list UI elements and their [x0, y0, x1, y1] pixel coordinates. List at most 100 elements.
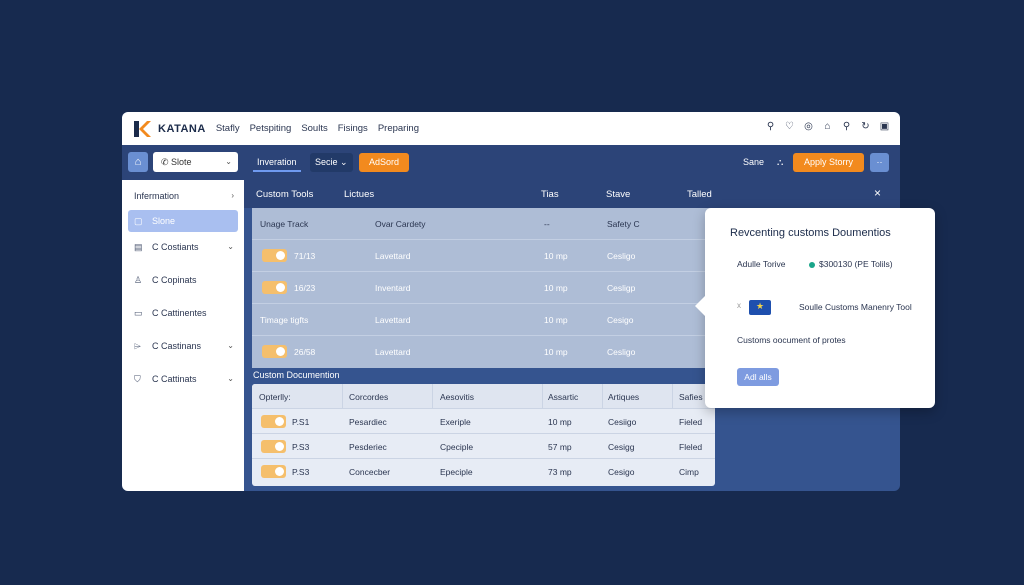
tab-inventory[interactable]: Inveration: [253, 154, 301, 172]
section-select-label: Secie: [315, 157, 338, 167]
toggle-switch[interactable]: [261, 440, 286, 453]
sidebar-item-information[interactable]: Infermation ›: [128, 185, 238, 207]
table-cell: 26/58: [294, 347, 316, 357]
table-cell: P.S1: [292, 417, 310, 427]
table-cell: Cesligp: [607, 283, 636, 293]
home-button[interactable]: ⌂: [128, 152, 148, 172]
chevron-down-icon: ⌄: [227, 242, 234, 251]
sidebar-item-label: C Cattinentes: [152, 308, 207, 318]
top-icons: ⚲ ♡ ◎ ⌂ ⚲ ↻ ▣: [765, 121, 890, 132]
refresh-icon[interactable]: ↻: [860, 121, 871, 132]
popup-value: $300130 (PE Tolils): [809, 259, 893, 269]
table-row[interactable]: 26/58 Lavettard 10 mp Cesligo: [252, 336, 722, 368]
table-cell: Epeciple: [440, 467, 473, 477]
table-cell: Inventard: [375, 283, 411, 293]
more-button[interactable]: ··: [870, 153, 889, 172]
column-header: Opterlly:: [259, 392, 291, 402]
sidebar-item-castinans[interactable]: ⌲ C Castinans ⌄: [128, 335, 238, 357]
heart-icon[interactable]: ♡: [784, 121, 795, 132]
remove-icon[interactable]: x: [737, 301, 741, 310]
table-row[interactable]: 16/23 Inventard 10 mp Cesligp: [252, 272, 722, 304]
top-nav-item[interactable]: Fisings: [338, 123, 368, 134]
column-header: Assartic: [548, 392, 579, 402]
sidebar-item-cattinentes[interactable]: ▭ C Cattinentes: [128, 302, 238, 324]
column-header[interactable]: Stave: [606, 189, 630, 200]
bag-icon[interactable]: ⌂: [822, 121, 833, 132]
sidebar-item-label: C Copinats: [152, 275, 197, 285]
table-row[interactable]: P.S3 Concecber Epeciple 73 mp Cesigo Cim…: [252, 459, 715, 484]
column-divider: [432, 384, 433, 409]
eu-flag-icon: [749, 300, 771, 315]
katana-logo-icon: [132, 120, 152, 138]
table-row[interactable]: 71/13 Lavettard 10 mp Cesligo: [252, 240, 722, 272]
sidebar: Infermation › ▢ Slone ▤ C Costiants ⌄ ♙ C C…: [122, 180, 244, 491]
panel-header: Custom Tools Lictues Tias Stave Talled ×: [244, 180, 900, 208]
column-header: Unage Track: [260, 219, 309, 229]
table-cell: P.S3: [292, 467, 310, 477]
table-cell: Lavettard: [375, 315, 411, 325]
target-icon[interactable]: ◎: [803, 121, 814, 132]
search-icon[interactable]: ⚲: [765, 121, 776, 132]
table-cell: 71/13: [294, 251, 316, 261]
column-divider: [672, 384, 673, 409]
toolbar: ⌂ ✆ Slote ⌄ Inveration Secie ⌄ AdSord Sa…: [122, 145, 900, 180]
phone-icon: ✆: [161, 157, 172, 167]
store-icon: ▢: [134, 216, 143, 226]
brand-name: KATANA: [158, 122, 206, 135]
apply-story-button[interactable]: Apply Storry: [793, 153, 864, 172]
sidebar-item-copinats[interactable]: ♙ C Copinats: [128, 269, 238, 291]
table-header-row: Unage Track Ovar Cardety -- Safety C: [252, 208, 722, 240]
documentation-table: Opterlly: Corcordes Aesovitis Assartic A…: [252, 384, 715, 486]
store-select[interactable]: ✆ Slote ⌄: [153, 152, 238, 172]
table-cell: 73 mp: [548, 467, 572, 477]
table-cell: Cesligo: [607, 347, 636, 357]
top-nav: Stafly Petspiting Soults Fisings Prepari…: [216, 123, 419, 134]
top-nav-item[interactable]: Soults: [301, 123, 327, 134]
lock-icon[interactable]: ▣: [879, 121, 890, 132]
column-header: Artiques: [608, 392, 640, 402]
section-select[interactable]: Secie ⌄: [310, 153, 353, 172]
search-icon[interactable]: ⚲: [841, 121, 852, 132]
toggle-switch[interactable]: [262, 345, 287, 358]
table-row[interactable]: P.S1 Pesardiec Exeriple 10 mp Cesiigo Fi…: [252, 409, 715, 434]
column-header[interactable]: Tias: [541, 189, 559, 200]
top-nav-item[interactable]: Preparing: [378, 123, 419, 134]
share-icon[interactable]: ⛬: [773, 154, 787, 171]
add-sord-button[interactable]: AdSord: [359, 153, 409, 172]
table-row[interactable]: Timage tigfts Lavettard 10 mp Cesigo: [252, 304, 722, 336]
column-header[interactable]: Talled: [687, 189, 712, 200]
toggle-switch[interactable]: [262, 249, 287, 262]
sidebar-item-cattinats[interactable]: ⛉ C Cattinats ⌄: [128, 368, 238, 390]
table-cell: Cimp: [679, 467, 699, 477]
sidebar-item-store[interactable]: ▢ Slone: [128, 210, 238, 232]
column-header: Corcordes: [349, 392, 389, 402]
column-header[interactable]: Lictues: [344, 189, 374, 200]
table-cell: 10 mp: [544, 283, 568, 293]
add-all-button[interactable]: Adl alls: [737, 368, 779, 386]
top-nav-item[interactable]: Stafly: [216, 123, 240, 134]
section-title: Custom Documention: [253, 370, 340, 380]
table-cell: Cesligo: [607, 251, 636, 261]
toggle-switch[interactable]: [262, 281, 287, 294]
sidebar-item-label: Infermation: [134, 191, 180, 201]
table-row[interactable]: P.S3 Pesderiec Cpeciple 57 mp Cesigg Fle…: [252, 434, 715, 459]
table-cell: Concecber: [349, 467, 391, 477]
popup-description: Customs oocument of protes: [737, 335, 846, 345]
table-cell: 10 mp: [544, 315, 568, 325]
table-cell: Cpeciple: [440, 442, 474, 452]
table-cell: Lavettard: [375, 347, 411, 357]
table-cell: 57 mp: [548, 442, 572, 452]
table-cell: Cesigo: [608, 467, 635, 477]
close-icon[interactable]: ×: [874, 186, 881, 200]
table-cell: Fieled: [679, 417, 703, 427]
toggle-switch[interactable]: [261, 465, 286, 478]
sidebar-item-costiants[interactable]: ▤ C Costiants ⌄: [128, 236, 238, 258]
sidebar-item-label: C Costiants: [152, 242, 199, 252]
toggle-switch[interactable]: [261, 415, 286, 428]
table-cell: Lavettard: [375, 251, 411, 261]
save-link[interactable]: Sane: [739, 154, 768, 170]
popup-value-text: $300130 (PE Tolils): [819, 259, 893, 269]
inventory-table: Unage Track Ovar Cardety -- Safety C 71/…: [252, 208, 722, 368]
column-header: Aesovitis: [440, 392, 475, 402]
top-nav-item[interactable]: Petspiting: [250, 123, 292, 134]
